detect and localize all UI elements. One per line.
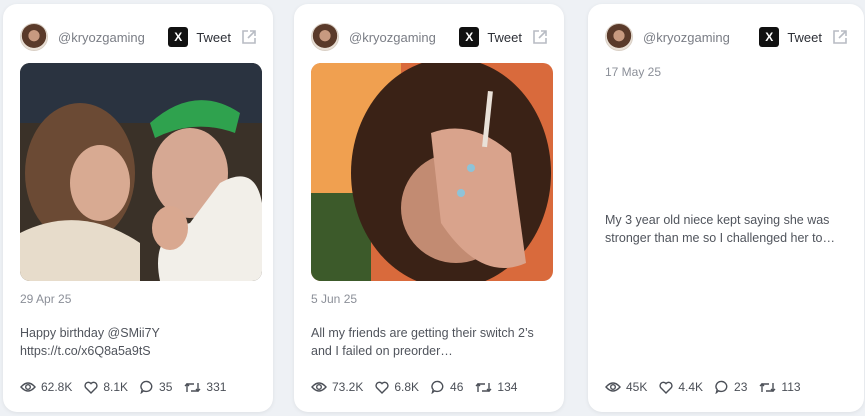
tweet-date: 17 May 25 [605,65,662,79]
eye-icon [311,382,327,392]
heart-icon [375,381,389,394]
replies-count: 23 [734,380,748,394]
external-link-icon[interactable] [532,29,548,45]
views-count: 45K [626,380,648,394]
tweet-image[interactable] [311,63,553,281]
tweet-stats: 62.8K 8.1K 35 331 [20,380,238,394]
heart-icon [84,381,98,394]
user-handle[interactable]: @kryozgaming [643,30,759,45]
x-logo-icon: X [459,27,480,47]
retweet-icon [759,382,776,392]
user-handle[interactable]: @kryozgaming [349,30,459,45]
tweet-button-label: Tweet [487,29,522,45]
x-logo-icon: X [168,27,189,47]
comment-icon [715,380,728,394]
tweet-text-line: All my friends are getting their switch … [311,326,534,340]
likes-stat[interactable]: 4.4K [659,380,703,394]
tweet-card[interactable]: @kryozgaming X Tweet [294,4,564,412]
avatar[interactable] [311,23,339,51]
avatar[interactable] [20,23,48,51]
tweet-image[interactable] [20,63,262,281]
tweet-link-button[interactable]: X Tweet [759,27,822,47]
external-link-icon[interactable] [241,29,257,45]
tweet-link-button[interactable]: X Tweet [459,27,522,47]
tweet-text-line: My 3 year old niece kept saying she was [605,213,830,227]
likes-stat[interactable]: 8.1K [84,380,128,394]
tweet-card-header: @kryozgaming X Tweet [294,20,564,54]
retweets-stat[interactable]: 134 [475,380,517,394]
comment-icon [431,380,444,394]
likes-count: 4.4K [678,380,704,394]
views-count: 73.2K [332,380,364,394]
likes-count: 8.1K [103,380,129,394]
retweets-stat[interactable]: 331 [184,380,226,394]
retweets-count: 134 [497,380,518,394]
avatar[interactable] [605,23,633,51]
likes-stat[interactable]: 6.8K [375,380,419,394]
retweets-count: 113 [781,380,801,394]
replies-stat[interactable]: 46 [431,380,463,394]
tweet-card-header: @kryozgaming X Tweet [588,20,864,54]
comment-icon [140,380,153,394]
heart-icon [659,381,673,394]
tweet-date: 29 Apr 25 [20,292,72,306]
replies-stat[interactable]: 23 [715,380,747,394]
replies-count: 35 [159,380,173,394]
views-stat: 45K [605,380,647,394]
external-link-icon[interactable] [832,29,848,45]
tweet-button-label: Tweet [196,29,231,45]
views-stat: 62.8K [20,380,72,394]
retweet-icon [184,382,201,392]
retweets-count: 331 [206,380,227,394]
user-handle[interactable]: @kryozgaming [58,30,168,45]
retweets-stat[interactable]: 113 [759,380,801,394]
tweet-text-line: and I failed on preorder… [311,344,453,358]
tweet-card-header: @kryozgaming X Tweet [3,20,273,54]
tweet-text: All my friends are getting their switch … [311,324,550,360]
retweet-icon [475,382,492,392]
views-stat: 73.2K [311,380,363,394]
x-logo-icon: X [759,27,780,47]
tweet-text-line: Happy birthday @SMii7Y [20,326,160,340]
eye-icon [605,382,621,392]
tweet-card[interactable]: @kryozgaming X Tweet [3,4,273,412]
eye-icon [20,382,36,392]
tweet-card[interactable]: @kryozgaming X Tweet 17 May 25 My 3 year… [588,4,864,412]
tweet-button-label: Tweet [787,29,822,45]
tweet-text: Happy birthday @SMii7Y https://t.co/x6Q8… [20,324,259,360]
tweet-text-line[interactable]: https://t.co/x6Q8a5a9tS [20,342,259,360]
tweet-date: 5 Jun 25 [311,292,358,306]
tweet-feed: @kryozgaming X Tweet 29 Apr 25 Happy bir… [0,0,865,416]
replies-count: 46 [450,380,464,394]
tweet-link-button[interactable]: X Tweet [168,27,231,47]
tweet-text-line: stronger than me so I challenged her to… [605,231,835,245]
tweet-text: My 3 year old niece kept saying she was … [605,211,850,247]
views-count: 62.8K [41,380,73,394]
likes-count: 6.8K [394,380,420,394]
replies-stat[interactable]: 35 [140,380,172,394]
tweet-stats: 73.2K 6.8K 46 134 [311,380,529,394]
tweet-stats: 45K 4.4K 23 113 [605,380,813,394]
